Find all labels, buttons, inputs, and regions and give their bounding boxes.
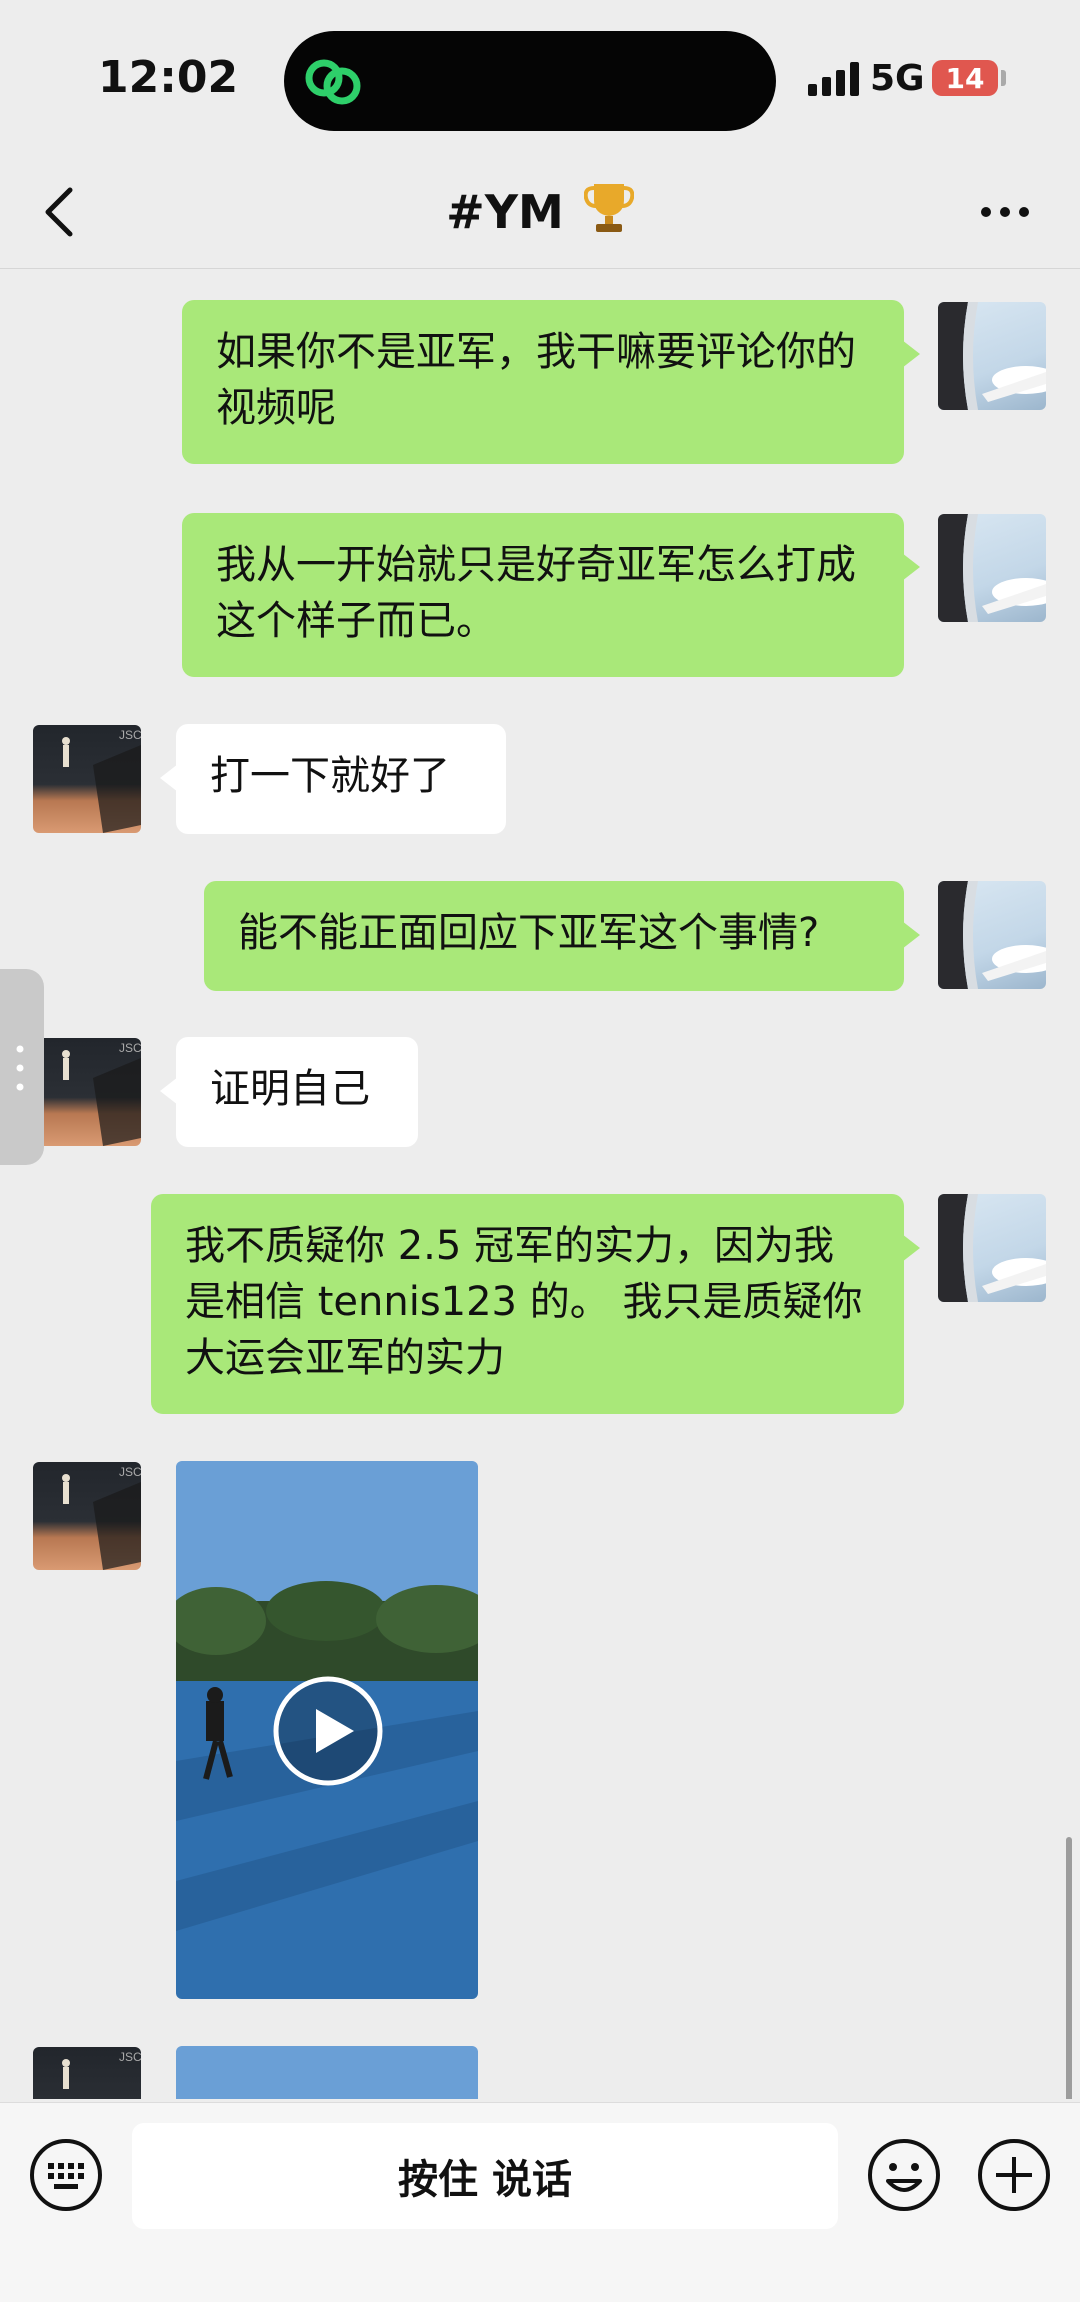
tennis-court-image: JSC — [62, 1041, 141, 1146]
plane-window-image — [938, 1194, 1046, 1302]
my-avatar[interactable] — [938, 302, 1046, 410]
plane-window-image — [938, 302, 1046, 410]
keyboard-icon[interactable] — [28, 2137, 104, 2213]
contact-avatar[interactable]: JSC — [33, 1462, 141, 1570]
scrollbar[interactable] — [1066, 1837, 1072, 2099]
side-drawer-handle[interactable] — [0, 969, 44, 1165]
tennis-court-image: JSC — [62, 1465, 141, 1570]
chat-title: #YM — [0, 180, 1080, 239]
plane-window-image — [938, 514, 1046, 622]
plane-window-image — [938, 881, 1046, 989]
svg-text:JSC: JSC — [119, 1041, 141, 1055]
svg-text:JSC: JSC — [119, 1465, 141, 1479]
emoji-icon[interactable] — [866, 2137, 942, 2213]
status-bar: 12:02 5G 14 — [0, 0, 1080, 160]
status-time: 12:02 — [98, 52, 239, 103]
chat-messages[interactable]: 如果你不是亚军，我干嘛要评论你的视频呢 我从一开始就只是好奇亚军怎么打成这个样子… — [0, 269, 1080, 2099]
hold-to-talk-label: 按住 说话 — [398, 2157, 572, 2203]
svg-text:JSC: JSC — [119, 728, 141, 742]
battery-level: 14 — [945, 61, 985, 95]
more-icon[interactable] — [980, 202, 1030, 222]
message-bubble-mine[interactable]: 如果你不是亚军，我干嘛要评论你的视频呢 — [182, 300, 920, 464]
message-bubble-mine[interactable]: 我不质疑你 2.5 冠军的实力，因为我是相信 tennis123 的。 我只是质… — [151, 1194, 920, 1414]
svg-text:JSC: JSC — [119, 2050, 141, 2064]
chat-header: #YM — [0, 160, 1080, 269]
battery-cap — [1001, 70, 1006, 86]
contact-avatar[interactable]: JSC — [33, 725, 141, 833]
tennis-court-image: JSC — [62, 2050, 141, 2089]
message-bubble-contact[interactable]: 打一下就好了 — [160, 724, 506, 834]
network-type: 5G — [870, 58, 925, 99]
contact-avatar[interactable]: JSC — [33, 2047, 141, 2099]
chat-title-text: #YM — [446, 185, 564, 239]
my-avatar[interactable] — [938, 1194, 1046, 1302]
signal-icon — [808, 62, 859, 96]
message-bubble-mine[interactable]: 我从一开始就只是好奇亚军怎么打成这个样子而已。 — [182, 513, 920, 677]
message-bubble-contact[interactable]: 证明自己 — [160, 1037, 418, 1147]
battery-icon: 14 — [932, 60, 998, 96]
tennis-court-image: JSC — [62, 728, 141, 833]
message-bubble-mine[interactable]: 能不能正面回应下亚军这个事情? — [204, 881, 920, 991]
plus-icon[interactable] — [976, 2137, 1052, 2213]
play-icon[interactable] — [272, 1675, 384, 1787]
video-message[interactable] — [176, 2046, 478, 2099]
link-icon — [305, 59, 361, 105]
input-bar: 按住 说话 — [0, 2102, 1080, 2302]
trophy-icon — [583, 184, 634, 232]
contact-avatar[interactable]: JSC — [33, 1038, 141, 1146]
drag-handle-icon — [16, 1045, 24, 1091]
my-avatar[interactable] — [938, 881, 1046, 989]
video-message[interactable] — [176, 1461, 478, 1999]
hold-to-talk-button[interactable]: 按住 说话 — [132, 2123, 838, 2229]
my-avatar[interactable] — [938, 514, 1046, 622]
